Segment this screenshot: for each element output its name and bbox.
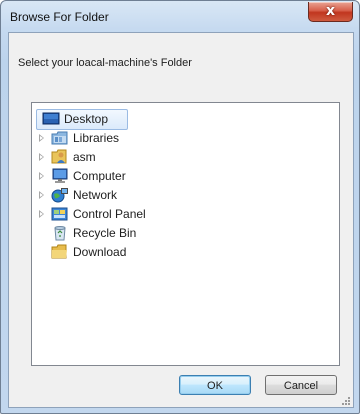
tree-item-label: Desktop [64,112,109,126]
tree-item-label: Computer [73,169,126,183]
tree-item-label: Download [73,245,127,259]
tree-item-download[interactable]: Download [32,243,332,262]
desktop-icon [42,111,60,127]
close-icon: x [325,3,336,19]
resize-grip-icon[interactable] [341,395,351,405]
tree-item-label: Libraries [73,131,120,145]
expand-arrow-icon[interactable] [39,210,44,218]
ok-button[interactable]: OK [179,375,251,395]
expand-arrow-icon[interactable] [39,153,44,161]
title-bar[interactable]: Browse For Folder x [1,1,359,31]
tree-item-asm[interactable]: asm [32,148,332,167]
libraries-icon [51,130,69,146]
tree-item-label: asm [73,150,96,164]
tree-item-label: Recycle Bin [73,226,137,240]
tree-item-network[interactable]: Network [32,186,332,205]
dialog-body: Select your loacal-machine's Folder Desk… [8,32,354,408]
recycle-bin-icon [51,225,69,241]
user-folder-icon [51,149,69,165]
tree-item-computer[interactable]: Computer [32,167,332,186]
browse-for-folder-dialog: Browse For Folder x Select your loacal-m… [0,0,360,414]
expand-arrow-icon[interactable] [39,134,44,142]
expand-arrow-icon[interactable] [39,172,44,180]
computer-icon [51,168,69,184]
tree-item-control-panel[interactable]: Control Panel [32,205,332,224]
tree-item-desktop[interactable]: Desktop [32,109,332,130]
tree-item-label: Control Panel [73,207,146,221]
expand-arrow-icon[interactable] [39,191,44,199]
description-text: Select your loacal-machine's Folder [18,57,192,69]
cancel-button[interactable]: Cancel [265,375,337,395]
close-button[interactable]: x [308,2,353,22]
tree-item-label: Network [73,188,118,202]
tree-item-recycle-bin[interactable]: Recycle Bin [32,224,332,243]
window-title: Browse For Folder [10,10,109,24]
folder-icon [51,244,69,260]
folder-tree[interactable]: Desktop Libraries asm Computer Network C… [31,102,340,366]
control-panel-icon [51,206,69,222]
tree-item-libraries[interactable]: Libraries [32,129,332,148]
network-icon [51,187,69,203]
